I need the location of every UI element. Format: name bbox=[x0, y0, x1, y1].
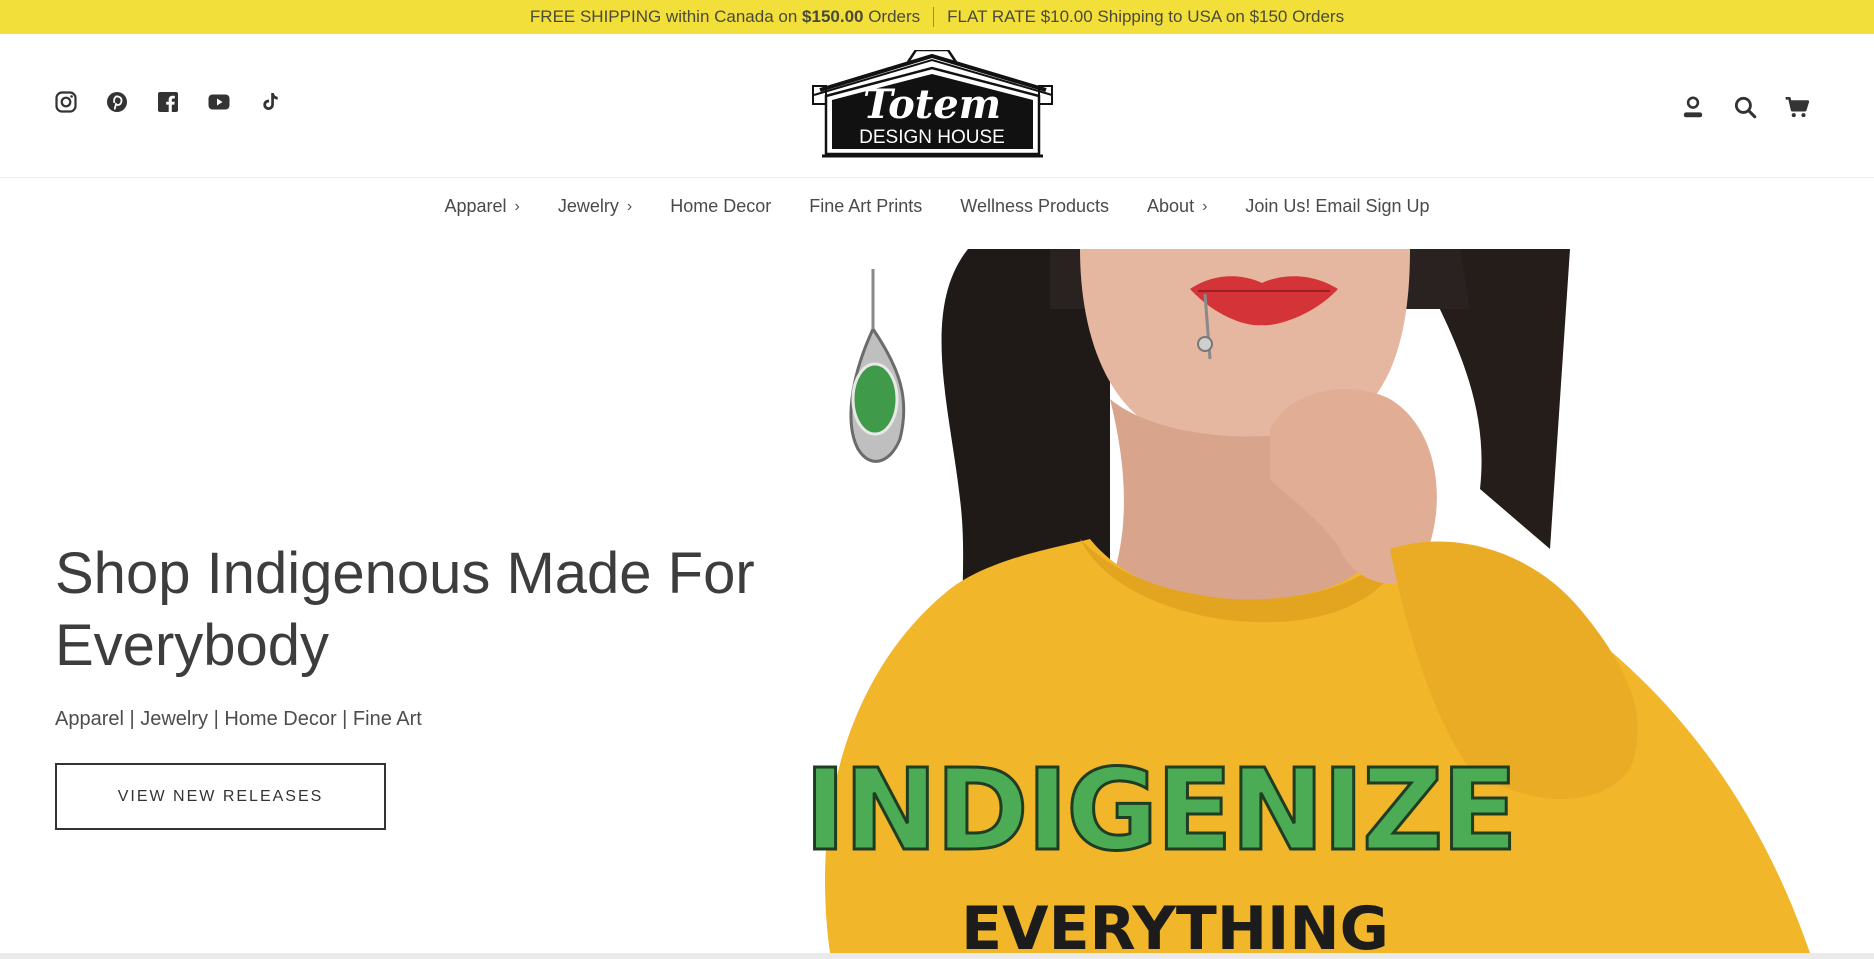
nav-item-label: Home Decor bbox=[670, 196, 772, 216]
logo-subtitle: DESIGN HOUSE bbox=[859, 127, 1005, 148]
search-icon[interactable] bbox=[1732, 94, 1758, 120]
announcement-canada-text: FREE SHIPPING within Canada on bbox=[529, 7, 803, 26]
announcement-canada-amount: $150.00 bbox=[802, 7, 864, 26]
site-header: Totem DESIGN HOUSE bbox=[0, 34, 1874, 178]
instagram-icon[interactable] bbox=[54, 90, 78, 114]
pinterest-icon[interactable] bbox=[105, 90, 129, 114]
nav-item-label: Apparel bbox=[444, 196, 507, 216]
nav-item-apparel[interactable]: Apparel › bbox=[426, 196, 539, 217]
announcement-canada-suffix: Orders bbox=[863, 7, 921, 26]
youtube-icon[interactable] bbox=[207, 90, 231, 114]
tiktok-icon[interactable] bbox=[258, 90, 282, 114]
announcement-canada[interactable]: FREE SHIPPING within Canada on $150.00 O… bbox=[530, 7, 920, 27]
nav-item-email-signup[interactable]: Join Us! Email Sign Up bbox=[1226, 196, 1448, 217]
hero-subtitle: Apparel | Jewelry | Home Decor | Fine Ar… bbox=[55, 708, 422, 730]
view-new-releases-button[interactable]: VIEW NEW RELEASES bbox=[55, 763, 386, 830]
account-icon[interactable] bbox=[1680, 94, 1706, 120]
chevron-right-icon: › bbox=[1202, 197, 1208, 215]
sweater-text-bottom: EVERYTHING bbox=[961, 894, 1389, 953]
nav-item-label: Wellness Products bbox=[960, 196, 1110, 216]
sweater-text-top: INDIGENIZE bbox=[804, 746, 1516, 876]
nav-item-label: Join Us! Email Sign Up bbox=[1245, 196, 1430, 216]
nav-item-jewelry[interactable]: Jewelry › bbox=[539, 196, 651, 217]
main-nav: Apparel › Jewelry › Home Decor Fine Art … bbox=[0, 196, 1874, 217]
totem-logo[interactable]: Totem DESIGN HOUSE bbox=[810, 50, 1055, 160]
announcement-bar: FREE SHIPPING within Canada on $150.00 O… bbox=[0, 0, 1874, 34]
chevron-right-icon: › bbox=[514, 197, 520, 215]
social-links bbox=[54, 90, 282, 114]
nav-item-home-decor[interactable]: Home Decor bbox=[651, 196, 790, 217]
announcement-usa[interactable]: FLAT RATE $10.00 Shipping to USA on $150… bbox=[947, 7, 1344, 27]
hero-title: Shop Indigenous Made For Everybody bbox=[55, 541, 755, 678]
page-bottom-edge bbox=[0, 953, 1874, 959]
nav-item-fine-art-prints[interactable]: Fine Art Prints bbox=[790, 196, 941, 217]
hero-content: Shop Indigenous Made For Everybody Appar… bbox=[55, 538, 835, 731]
nav-item-label: Jewelry bbox=[557, 196, 619, 216]
cart-icon[interactable] bbox=[1784, 94, 1810, 120]
facebook-icon[interactable] bbox=[156, 90, 180, 114]
chevron-right-icon: › bbox=[626, 197, 633, 215]
hero-image[interactable]: INDIGENIZE EVERYTHING bbox=[750, 249, 1874, 953]
nav-item-wellness-products[interactable]: Wellness Products bbox=[941, 196, 1128, 217]
page: FREE SHIPPING within Canada on $150.00 O… bbox=[0, 0, 1874, 959]
nav-item-label: About bbox=[1147, 196, 1195, 216]
announcement-divider bbox=[933, 7, 935, 27]
nav-item-label: Fine Art Prints bbox=[809, 196, 923, 216]
nav-item-about[interactable]: About › bbox=[1128, 196, 1226, 217]
logo-wordmark: Totem bbox=[863, 81, 1001, 128]
header-utilities bbox=[1680, 94, 1810, 120]
